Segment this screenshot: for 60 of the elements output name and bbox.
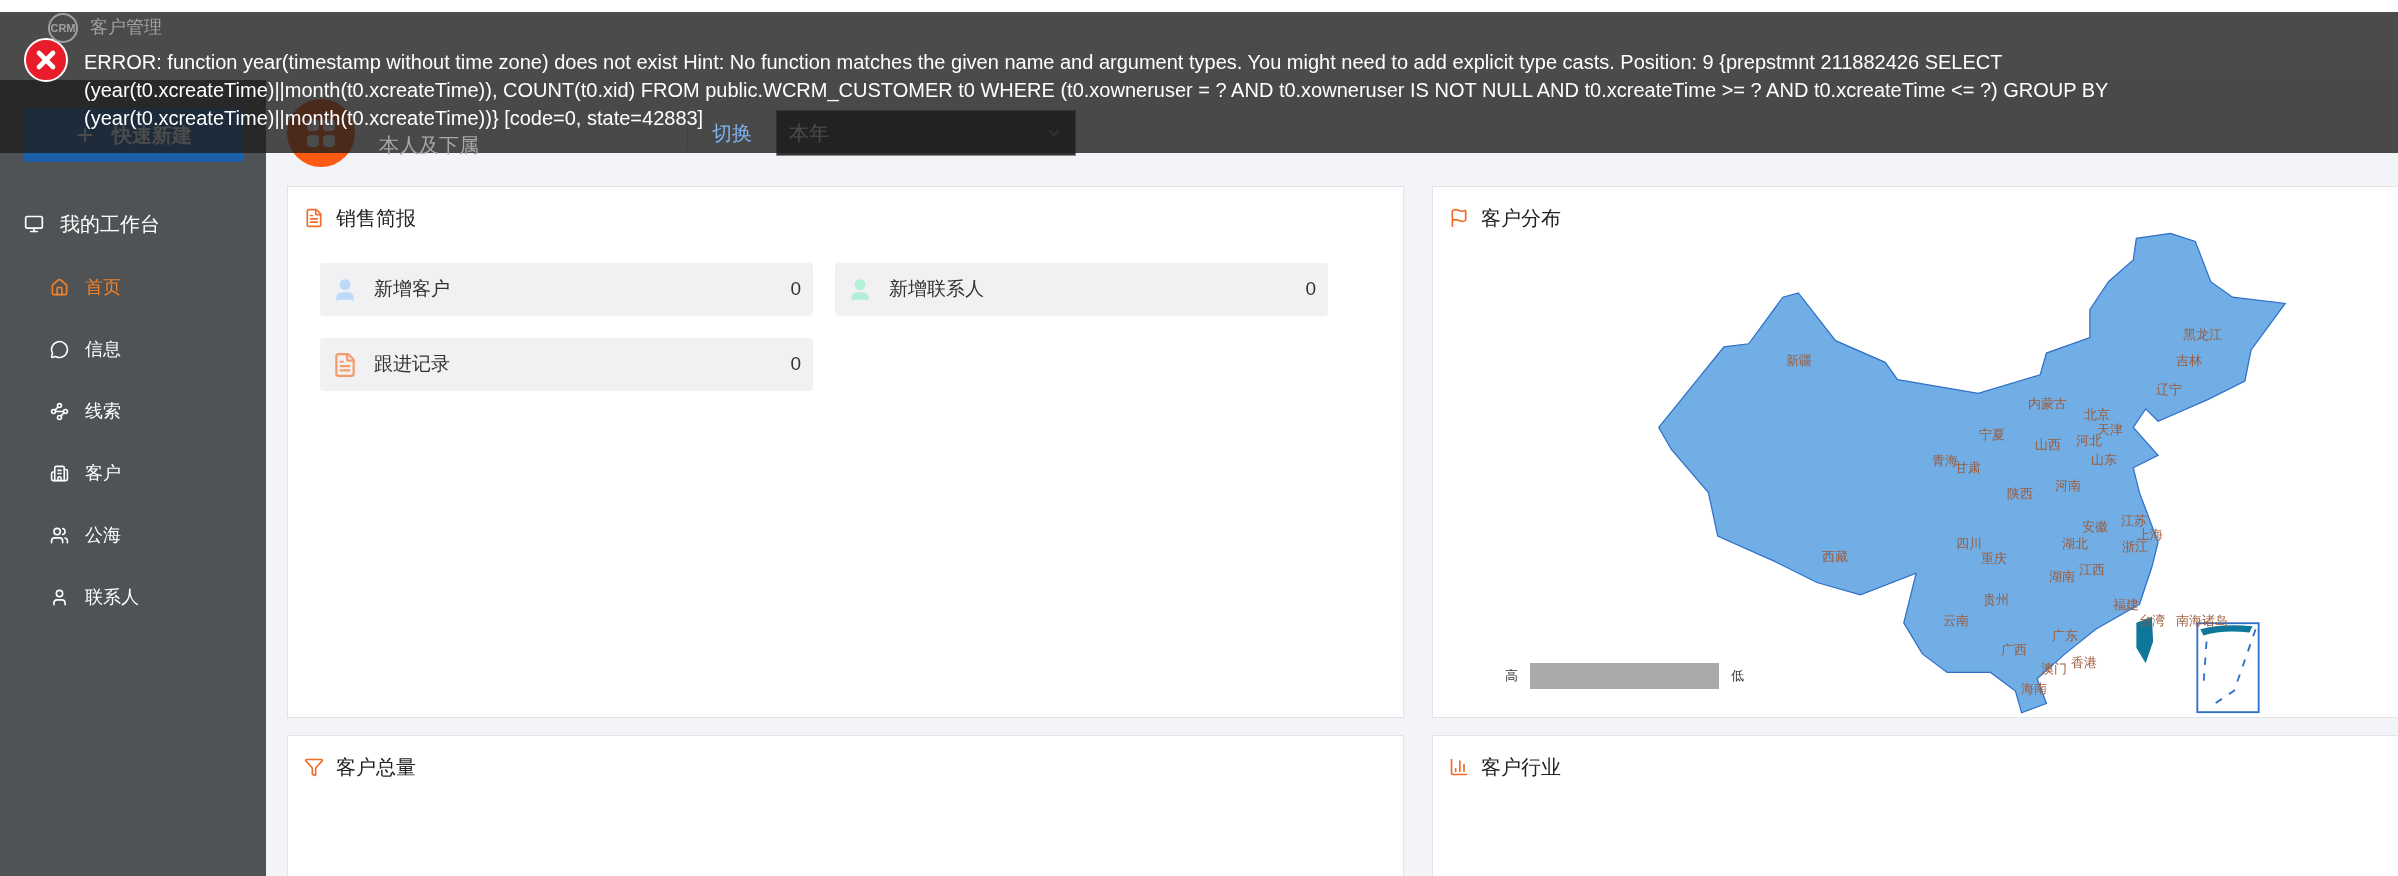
stat-label: 新增联系人 [889,277,985,302]
app-title: 客户管理 [90,16,162,39]
province-label: 广东 [2051,627,2078,646]
province-label: 香港 [2070,654,2097,673]
province-label: 黑龙江 [2182,326,2222,344]
province-label: 江西 [2078,561,2105,579]
province-label: 陕西 [2006,484,2033,503]
province-label: 四川 [1955,534,1982,552]
province-label: 贵州 [1983,591,2009,609]
chat-bubble-icon [50,339,69,359]
bar-chart-icon [1449,757,1469,777]
province-label: 北京 [2084,406,2111,423]
province-label: 重庆 [1980,550,2007,568]
province-label: 山东 [2091,451,2118,470]
card-title: 客户总量 [336,755,416,780]
province-label: 湖北 [2061,535,2088,554]
sidebar-item[interactable]: 线索 [0,380,266,442]
legend-high-label: 高 [1505,667,1518,686]
province-label: 福建 [2113,596,2139,614]
flag-icon [1449,208,1469,228]
province-label: 河北 [2075,433,2102,451]
monitor-icon [24,214,44,234]
route-icon [50,401,69,421]
stat-value: 0 [1305,277,1316,302]
error-icon [24,38,68,82]
province-label: 湖南 [2048,567,2075,586]
province-label: 吉林 [2175,352,2202,371]
province-label: 河南 [2054,477,2081,496]
province-label: 新疆 [1786,352,1813,371]
sidebar-item[interactable]: 客户 [0,442,266,504]
sidebar-section-title: 我的工作台 [60,212,160,237]
sidebar-item[interactable]: 联系人 [0,566,266,628]
province-label: 广西 [2000,641,2027,660]
card-title: 客户行业 [1481,755,1561,780]
province-label: 山西 [2034,436,2061,454]
province-label: 宁夏 [1978,426,2005,444]
stat-label: 跟进记录 [374,352,451,377]
sidebar-item[interactable]: 信息 [0,318,266,380]
stat-value: 0 [790,352,801,377]
document-icon [304,208,324,228]
province-label: 江苏 [2120,512,2147,529]
person-icon [50,587,69,607]
province-label: 云南 [1943,612,1969,631]
legend-low-label: 低 [1731,667,1744,686]
province-label: 安徽 [2081,518,2108,537]
group-icon [50,525,69,545]
stat-label: 新增客户 [374,277,451,302]
card-title: 客户分布 [1481,206,1561,231]
card-title: 销售简报 [336,206,416,231]
scope-label: 本人及下属 [379,134,479,156]
sidebar-item[interactable]: 公海 [0,504,266,566]
stat-value: 0 [790,277,801,302]
funnel-icon [304,757,324,777]
document-icon [332,350,358,379]
province-label: 浙江 [2122,539,2149,557]
province-label: 西藏 [1822,547,1849,566]
home-icon [50,277,69,297]
building-icon [50,463,69,483]
province-label: 辽宁 [2156,381,2183,399]
province-label: 内蒙古 [2028,394,2068,413]
